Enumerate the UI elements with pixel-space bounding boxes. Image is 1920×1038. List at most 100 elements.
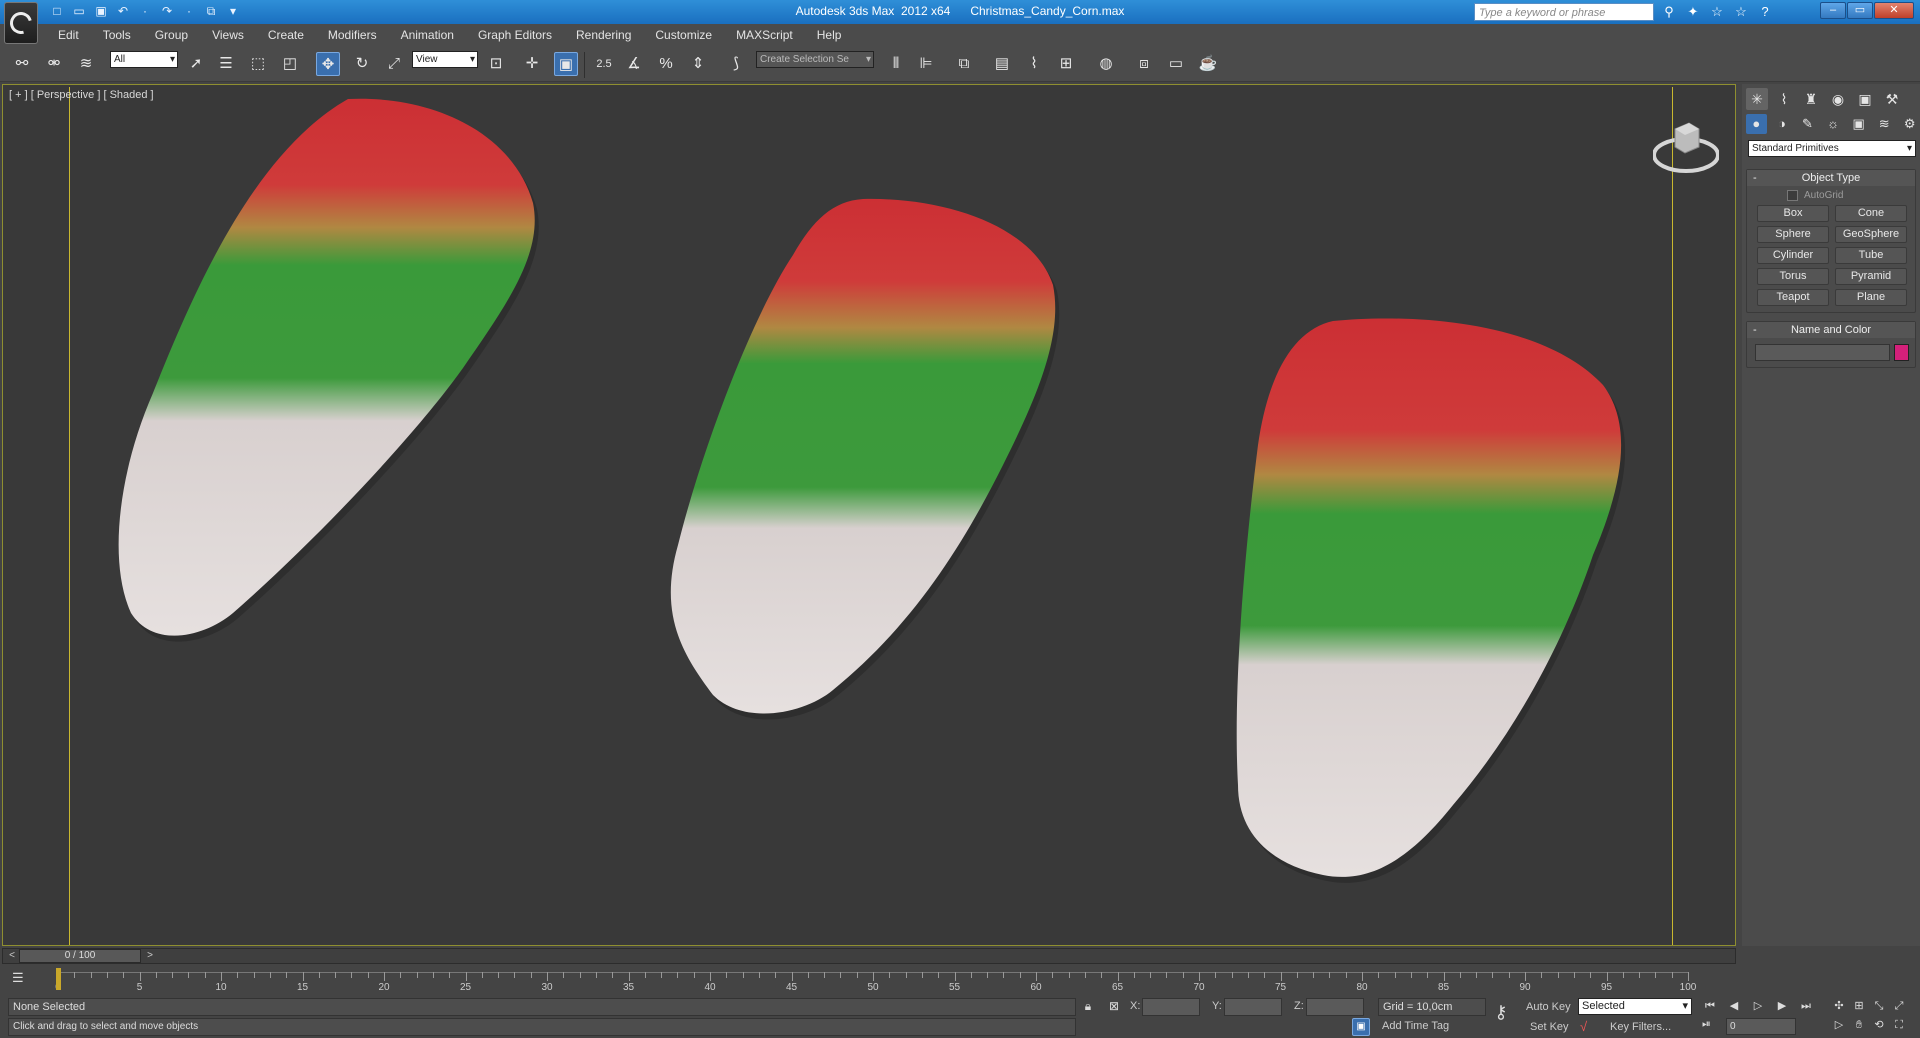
communication-icon[interactable]: ☆ [1708,3,1726,21]
name-and-color-rollout-header[interactable]: - Name and Color [1747,322,1915,338]
sphere-button[interactable]: Sphere [1757,226,1829,243]
auto-key-button[interactable]: Auto Key [1526,998,1576,1016]
menu-views[interactable]: Views [200,24,256,46]
shapes-icon[interactable]: ◑ [1772,114,1793,134]
select-and-move-icon[interactable]: ✥ [316,52,340,76]
maximize-button[interactable]: ▭ [1847,2,1873,19]
menu-edit[interactable]: Edit [46,24,91,46]
percent-snap-icon[interactable]: % [654,52,678,76]
current-frame-field[interactable]: 0 [1726,1018,1796,1035]
orbit-icon[interactable]: ⟲ [1870,1017,1888,1033]
viewcube-navigator[interactable] [1653,115,1719,181]
cylinder-button[interactable]: Cylinder [1757,247,1829,264]
plane-button[interactable]: Plane [1835,289,1907,306]
search-input[interactable]: Type a keyword or phrase [1474,3,1654,21]
hierarchy-tab-icon[interactable]: ♜ [1800,88,1822,110]
track-area[interactable]: 0510152025303540455055606570758085909510… [55,968,1696,994]
selection-filter-dropdown[interactable]: All [110,51,178,68]
primitive-type-dropdown[interactable]: Standard Primitives [1748,140,1916,157]
geosphere-button[interactable]: GeoSphere [1835,226,1907,243]
render-teapot-icon[interactable]: ☕ [1196,52,1220,76]
mirror-icon[interactable]: ⫴ [884,52,908,76]
menu-create[interactable]: Create [256,24,316,46]
menu-animation[interactable]: Animation [389,24,466,46]
trackbar-menu-icon[interactable]: ☰ [12,970,34,988]
edit-named-selection-icon[interactable]: ⟆ [724,52,748,76]
named-selection-sets-dropdown[interactable]: Create Selection Se [756,51,874,68]
track-bar[interactable]: ☰ 05101520253035404550556065707580859095… [2,966,1736,994]
object-type-rollout-header[interactable]: - Object Type [1747,170,1915,186]
menu-tools[interactable]: Tools [91,24,143,46]
menu-modifiers[interactable]: Modifiers [316,24,389,46]
previous-frame-icon[interactable]: ◀ [1724,998,1744,1014]
menu-group[interactable]: Group [143,24,200,46]
angle-snap-icon[interactable]: ∡ [622,52,646,76]
keyboard-shortcut-override-icon[interactable]: ▣ [554,52,578,76]
rendered-frame-window-icon[interactable]: ▭ [1164,52,1188,76]
torus-button[interactable]: Torus [1757,268,1829,285]
select-object-icon[interactable]: ➚ [184,52,208,76]
schematic-view-icon[interactable]: ⊞ [1054,52,1078,76]
graphite-ribbon-icon[interactable]: ▤ [990,52,1014,76]
geometry-icon[interactable]: ● [1746,114,1767,134]
key-mode-icon[interactable]: ⏯ [1702,1018,1720,1034]
systems-icon[interactable]: ⚙ [1899,114,1920,134]
layer-manager-icon[interactable]: ⧉ [952,52,976,76]
play-icon[interactable]: ▷ [1748,998,1768,1014]
tube-button[interactable]: Tube [1835,247,1907,264]
select-by-name-icon[interactable]: ☰ [214,52,238,76]
zoom-icon[interactable]: ✣ [1830,998,1848,1014]
select-manipulate-icon[interactable]: ✛ [520,52,544,76]
cone-button[interactable]: Cone [1835,205,1907,222]
material-editor-icon[interactable]: ◍ [1094,52,1118,76]
display-tab-icon[interactable]: ▣ [1854,88,1876,110]
key-selection-dropdown[interactable]: Selected [1578,998,1692,1015]
teapot-button[interactable]: Teapot [1757,289,1829,306]
time-slider-next-icon[interactable]: > [143,949,157,963]
zoom-extents-icon[interactable]: ⤡ [1870,998,1888,1014]
curve-editor-icon[interactable]: ⌇ [1022,52,1046,76]
pivot-center-icon[interactable]: ⊡ [484,52,508,76]
menu-maxscript[interactable]: MAXScript [724,24,805,46]
application-button[interactable] [4,2,38,44]
cameras-icon[interactable]: ☼ [1823,114,1844,134]
time-slider-thumb[interactable]: 0 / 100 [19,949,141,963]
time-slider[interactable]: < 0 / 100 > [2,948,1736,964]
rectangle-selection-icon[interactable]: ⬚ [246,52,270,76]
spinner-snap-icon[interactable]: ⇕ [686,52,710,76]
bind-spacewarp-icon[interactable]: ≋ [74,52,98,76]
object-name-field[interactable] [1755,344,1890,361]
select-and-rotate-icon[interactable]: ↻ [350,52,374,76]
close-button[interactable]: ✕ [1874,2,1914,19]
field-of-view-icon[interactable]: ▷ [1830,1017,1848,1033]
menu-customize[interactable]: Customize [643,24,724,46]
menu-rendering[interactable]: Rendering [564,24,643,46]
favorites-star-icon[interactable]: ☆ [1732,3,1750,21]
create-tab-icon[interactable]: ✳ [1746,88,1768,110]
menu-help[interactable]: Help [805,24,854,46]
go-to-end-icon[interactable]: ⏭ [1796,998,1816,1014]
set-key-button[interactable]: Set Key [1530,1018,1576,1036]
window-crossing-icon[interactable]: ◰ [278,52,302,76]
lock-icon[interactable]: 🔒︎ [1080,998,1096,1014]
minimize-button[interactable]: – [1820,2,1846,19]
x-coordinate-field[interactable] [1142,998,1200,1016]
unlink-icon[interactable]: ⚮ [42,52,66,76]
default-tangent-icon[interactable]: √ [1580,1018,1600,1036]
snaps-toggle-icon[interactable]: 2.5 [592,52,616,76]
next-frame-icon[interactable]: ▶ [1772,998,1792,1014]
reference-coordinate-dropdown[interactable]: View [412,51,478,68]
y-coordinate-field[interactable] [1224,998,1282,1016]
add-time-tag[interactable]: Add Time Tag [1354,1018,1486,1036]
modify-tab-icon[interactable]: ⌇ [1773,88,1795,110]
link-icon[interactable]: ⚯ [10,52,34,76]
zoom-extents-all-icon[interactable]: ⤢ [1890,998,1908,1014]
menu-graph-editors[interactable]: Graph Editors [466,24,564,46]
autogrid-checkbox[interactable]: AutoGrid [1787,190,1915,201]
space-warps-icon[interactable]: ≋ [1874,114,1895,134]
render-setup-icon[interactable]: ⧈ [1132,52,1156,76]
select-and-scale-icon[interactable]: ⤢ [382,52,406,76]
z-coordinate-field[interactable] [1306,998,1364,1016]
current-frame-marker[interactable] [56,968,61,990]
helpers-icon[interactable]: ▣ [1848,114,1869,134]
